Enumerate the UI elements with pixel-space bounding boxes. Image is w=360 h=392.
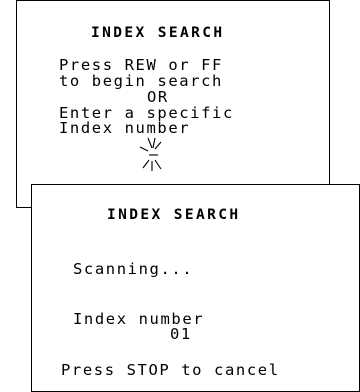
index-search-screen-prompt: INDEX SEARCH Press REW or FF to begin se…: [16, 0, 330, 208]
scanning-status: Scanning...: [73, 260, 194, 278]
blinking-cursor-icon: [139, 137, 162, 171]
screen-title: INDEX SEARCH: [107, 207, 241, 223]
instruction-line-2: to begin search: [59, 72, 223, 90]
screen-title: INDEX SEARCH: [91, 25, 225, 41]
index-number-value: 01: [170, 325, 192, 343]
cancel-hint: Press STOP to cancel: [61, 361, 280, 379]
index-search-screen-scanning: INDEX SEARCH Scanning... Index number 01…: [31, 184, 360, 392]
